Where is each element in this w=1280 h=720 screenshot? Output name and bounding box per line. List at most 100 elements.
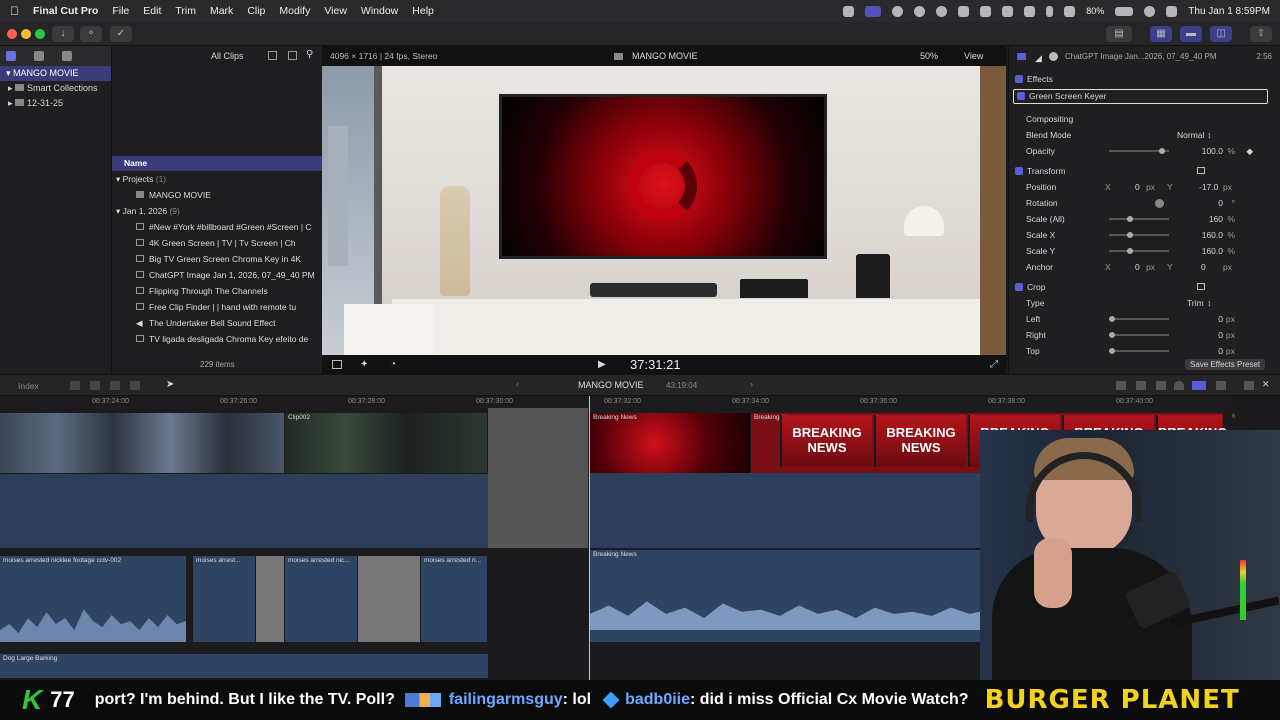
menu-view[interactable]: View [324, 5, 347, 17]
slider-knob[interactable] [1127, 232, 1133, 238]
crop-top-row[interactable]: Top 0 px [1009, 343, 1280, 355]
audio-clip-cctv[interactable]: moises arrested nicklee footage cctv-002 [0, 556, 186, 642]
audio-clip-dog[interactable]: Dog Large Barking [0, 654, 488, 678]
library-item-mango-movie[interactable]: ▾ MANGO MOVIE [0, 66, 111, 81]
scale-y-slider[interactable] [1109, 248, 1169, 254]
search-icon[interactable]: ⚲ [306, 49, 313, 60]
disclosure-closed-icon[interactable]: ▸ [8, 98, 15, 108]
audio-gap[interactable] [358, 556, 420, 642]
view-menu[interactable]: View [964, 51, 983, 61]
titles-icon[interactable] [62, 51, 72, 61]
position-x-value[interactable]: 0 [1135, 179, 1140, 195]
scale-slider[interactable] [1109, 216, 1169, 222]
slider-knob[interactable] [1109, 348, 1115, 354]
blend-mode-row[interactable]: Blend Mode Normal ↕ [1009, 127, 1280, 143]
record-icon[interactable] [892, 5, 904, 17]
effect-green-screen-keyer[interactable]: Green Screen Keyer [1013, 89, 1268, 104]
snapping-icon[interactable] [1156, 381, 1166, 390]
checkbox-icon[interactable] [1017, 92, 1025, 100]
audio-clip-2[interactable]: moises arrest... [193, 556, 255, 642]
video-clip-clip002[interactable]: Clip002 [285, 413, 487, 473]
import-icon[interactable]: ↓ [52, 26, 74, 42]
menu-extra-icon[interactable] [914, 5, 926, 17]
minimize-window-button[interactable] [21, 29, 31, 39]
menu-window[interactable]: Window [361, 5, 398, 17]
keywords-icon[interactable]: ⚬ [80, 26, 102, 42]
back-icon[interactable]: ‹ [516, 379, 519, 389]
share-icon[interactable]: ▤ [1106, 26, 1132, 42]
close-timeline-icon[interactable]: ✕ [1262, 379, 1270, 390]
calendar-icon[interactable] [1002, 5, 1014, 17]
video-inspector-icon[interactable] [1017, 53, 1026, 60]
libraries-icon[interactable] [6, 51, 16, 61]
color-inspector-icon[interactable]: ◢ [1035, 53, 1042, 64]
clip-filter[interactable]: All Clips [211, 51, 244, 61]
overwrite-clip-icon[interactable] [130, 381, 140, 390]
slider-knob[interactable] [1159, 148, 1165, 154]
search-icon[interactable] [1144, 5, 1156, 17]
timeline-index-icon[interactable] [1244, 381, 1254, 390]
timeline-ruler[interactable]: 00:37:24:00 00:37:26:00 00:37:28:00 00:3… [0, 396, 1230, 408]
clip-appearance-icon[interactable] [268, 51, 277, 60]
name-column-header[interactable]: Name [112, 156, 322, 171]
menu-file[interactable]: File [112, 5, 129, 17]
opacity-slider[interactable] [1109, 148, 1169, 154]
battery-icon[interactable] [1115, 6, 1134, 16]
scale-y-row[interactable]: Scale Y 160.0% [1009, 243, 1280, 259]
audio-gap[interactable] [256, 556, 284, 642]
list-view-icon[interactable] [288, 51, 297, 60]
effects-section[interactable]: Effects [1009, 71, 1280, 87]
crop-right-row[interactable]: Right 0 px [1009, 327, 1280, 343]
clip-row[interactable]: TV ligada desligada Chroma Key efeito de [112, 331, 322, 347]
slider-knob[interactable] [1109, 316, 1115, 322]
scale-x-slider[interactable] [1109, 232, 1169, 238]
crop-type-row[interactable]: Type Trim ↕ [1009, 295, 1280, 311]
crop-type-value[interactable]: Trim [1187, 295, 1204, 311]
checkbox-icon[interactable] [1015, 283, 1023, 291]
clip-appearance-icon[interactable] [1216, 381, 1226, 390]
clip-row[interactable]: #New #York #billboard #Green #Screen | C [112, 219, 322, 235]
video-gap[interactable] [488, 408, 588, 548]
anchor-y-value[interactable]: 0 [1201, 259, 1206, 275]
magic-tool-icon[interactable]: ✦ [360, 359, 368, 370]
keyframe-icon[interactable]: ◆ [1246, 143, 1253, 159]
position-row[interactable]: Position X 0 px Y -17.0 px [1009, 179, 1280, 195]
append-clip-icon[interactable] [110, 381, 120, 390]
crop-right-slider[interactable] [1109, 332, 1169, 338]
bluetooth-icon[interactable] [1046, 5, 1054, 17]
library-item-event[interactable]: ▸ 12-31-25 [0, 96, 111, 111]
event-group[interactable]: ▾ Jan 1, 2026 (9) [112, 203, 322, 219]
insert-clip-icon[interactable] [90, 381, 100, 390]
menu-modify[interactable]: Modify [279, 5, 310, 17]
slider-knob[interactable] [1109, 332, 1115, 338]
menu-mark[interactable]: Mark [210, 5, 233, 17]
slider-knob[interactable] [1127, 216, 1133, 222]
onscreen-control-icon[interactable] [1197, 283, 1205, 290]
share-export-icon[interactable]: ⇧ [1250, 26, 1272, 42]
solo-icon[interactable] [1136, 381, 1146, 390]
clock[interactable]: Thu Jan 1 8:59PM [1188, 6, 1270, 17]
timeline-project-menu[interactable]: MANGO MOVIE [578, 380, 644, 390]
audio-skimming-icon[interactable] [1116, 381, 1126, 390]
audio-clip-4[interactable]: moises arrested n... [421, 556, 487, 642]
project-row[interactable]: MANGO MOVIE [112, 187, 322, 203]
zoom-menu[interactable]: 50% [920, 51, 938, 61]
clip-row[interactable]: Free Clip Finder | | hand with remote tu [112, 299, 322, 315]
wifi-icon[interactable] [1064, 5, 1076, 17]
slider-knob[interactable] [1127, 248, 1133, 254]
extension-icon[interactable] [843, 5, 855, 17]
viewer-canvas[interactable] [322, 66, 1006, 355]
menu-trim[interactable]: Trim [175, 5, 196, 17]
play-button-icon[interactable]: ▶ [598, 359, 606, 370]
layout-browser-icon[interactable]: ▦ [1150, 26, 1172, 42]
scale-all-row[interactable]: Scale (All) 160% [1009, 211, 1280, 227]
rotation-dial-icon[interactable] [1155, 199, 1164, 208]
clip-row[interactable]: Flipping Through The Channels [112, 283, 322, 299]
close-window-button[interactable] [7, 29, 17, 39]
checkbox-icon[interactable] [1015, 167, 1023, 175]
clip-row[interactable]: ChatGPT Image Jan 1, 2026, 07_49_40 PM [112, 267, 322, 283]
cloud-icon[interactable] [958, 5, 970, 17]
audio-clip-3[interactable]: moises arrested nic... [285, 556, 357, 642]
headphones-icon[interactable] [1174, 381, 1184, 390]
blend-mode-value[interactable]: Normal [1177, 127, 1204, 143]
